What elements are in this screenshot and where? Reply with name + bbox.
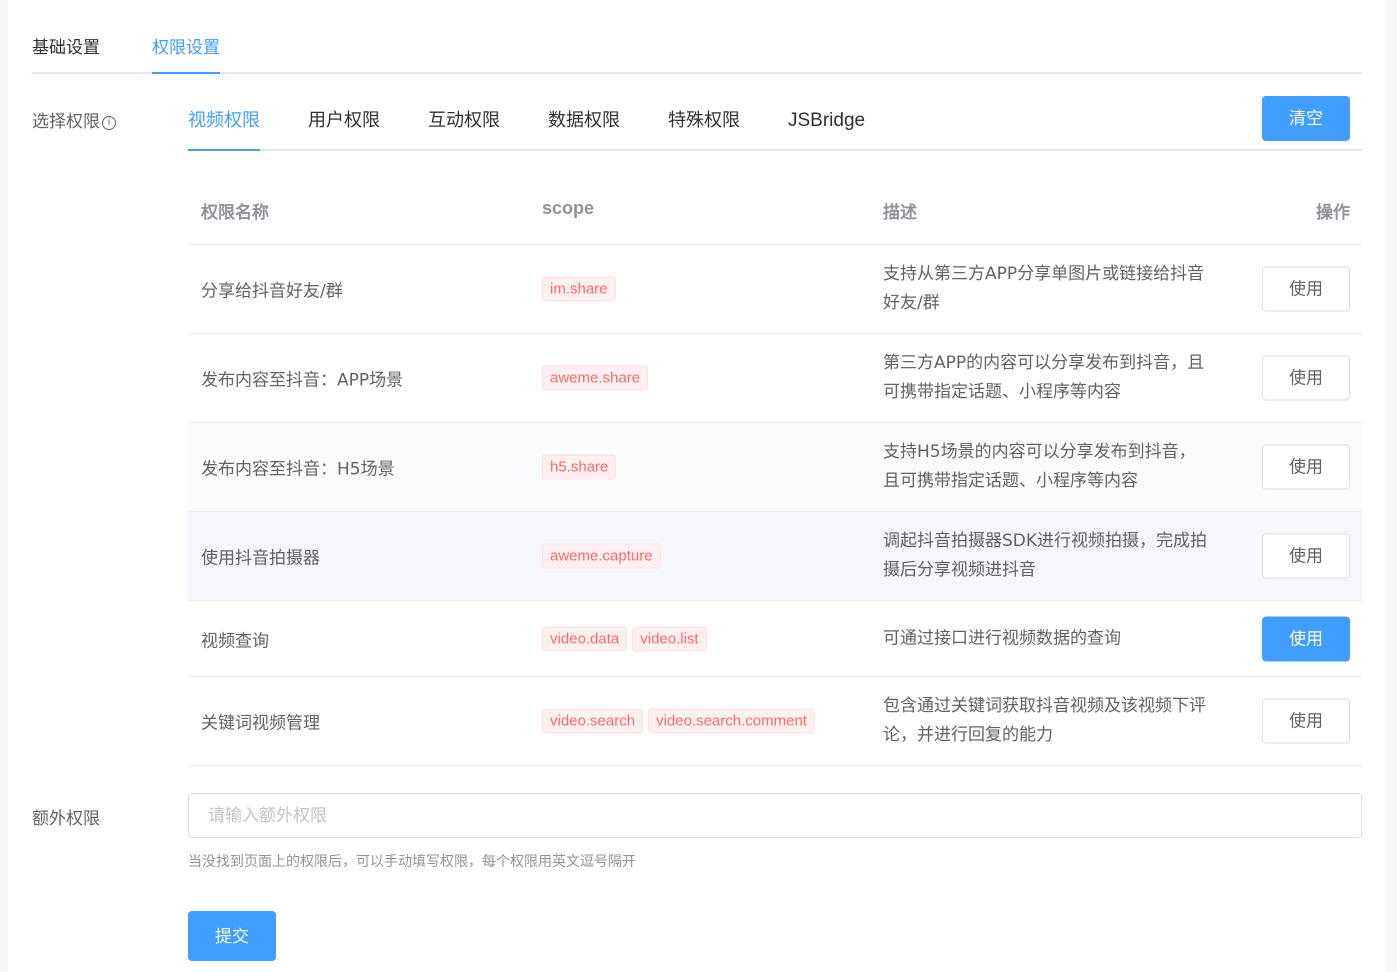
- table-header: 权限名称 scope 描述 操作: [188, 170, 1362, 245]
- table-row: 分享给抖音好友/群 im.share 支持从第三方APP分享单图片或链接给抖音好…: [188, 245, 1362, 334]
- clear-button[interactable]: 清空: [1262, 96, 1350, 141]
- tab-video-permission[interactable]: 视频权限: [188, 109, 260, 151]
- select-permission-label: 选择权限 i: [32, 107, 116, 132]
- select-permission-label-text: 选择权限: [32, 112, 100, 132]
- scope-cell: video.search video.search.comment: [542, 708, 820, 734]
- use-button[interactable]: 使用: [1262, 355, 1350, 401]
- header-description: 描述: [883, 203, 917, 223]
- table-row: 发布内容至抖音：H5场景 h5.share 支持H5场景的内容可以分享发布到抖音…: [188, 423, 1362, 512]
- header-action: 操作: [1316, 203, 1350, 223]
- scope-tag: aweme.share: [542, 365, 649, 391]
- permission-description: 可通过接口进行视频数据的查询: [883, 628, 1121, 648]
- scope-tag: video.search.comment: [648, 708, 815, 734]
- scope-cell: h5.share: [542, 454, 621, 480]
- use-button[interactable]: 使用: [1262, 533, 1350, 579]
- permission-category-tabs: 视频权限 用户权限 互动权限 数据权限 特殊权限 JSBridge: [188, 96, 1362, 151]
- scope-tag: h5.share: [542, 454, 617, 480]
- permission-name: 视频查询: [201, 631, 269, 651]
- table-row: 关键词视频管理 video.search video.search.comment…: [188, 677, 1362, 766]
- permission-description: 包含通过关键词获取抖音视频及该视频下评论，并进行回复的能力: [883, 696, 1206, 745]
- tab-interaction-permission[interactable]: 互动权限: [428, 109, 500, 149]
- table-row: 视频查询 video.data video.list 可通过接口进行视频数据的查询…: [188, 601, 1362, 677]
- scope-cell: video.data video.list: [542, 626, 712, 651]
- scope-tag: aweme.capture: [542, 543, 661, 569]
- permission-name: 使用抖音拍摄器: [201, 548, 320, 569]
- use-button-selected[interactable]: 使用: [1262, 616, 1350, 661]
- submit-button[interactable]: 提交: [188, 911, 276, 961]
- header-permission-name: 权限名称: [201, 203, 269, 223]
- extra-permission-input[interactable]: [188, 793, 1362, 838]
- scope-cell: aweme.share: [542, 365, 653, 391]
- tab-permission-settings[interactable]: 权限设置: [152, 36, 220, 74]
- scope-tag: im.share: [542, 276, 616, 302]
- table-row: 发布内容至抖音：APP场景 aweme.share 第三方APP的内容可以分享发…: [188, 334, 1362, 423]
- permission-name: 关键词视频管理: [201, 713, 320, 734]
- tab-jsbridge[interactable]: JSBridge: [788, 109, 865, 149]
- permission-name: 发布内容至抖音：APP场景: [201, 370, 404, 391]
- table-row: 使用抖音拍摄器 aweme.capture 调起抖音拍摄器SDK进行视频拍摄，完…: [188, 512, 1362, 601]
- scope-cell: aweme.capture: [542, 543, 666, 569]
- tab-special-permission[interactable]: 特殊权限: [668, 109, 740, 149]
- permission-settings-page: 基础设置 权限设置 选择权限 i 视频权限 用户权限 互动权限 数据权限 特殊权限…: [8, 0, 1385, 972]
- header-scope: scope: [542, 198, 595, 218]
- tab-user-permission[interactable]: 用户权限: [308, 109, 380, 149]
- tab-data-permission[interactable]: 数据权限: [548, 109, 620, 149]
- info-circle-icon[interactable]: i: [102, 116, 116, 130]
- scope-cell: im.share: [542, 276, 621, 302]
- permission-name: 分享给抖音好友/群: [201, 281, 343, 302]
- permission-description: 支持H5场景的内容可以分享发布到抖音，且可携带指定话题、小程序等内容: [883, 442, 1196, 491]
- scope-tag: video.search: [542, 708, 644, 734]
- permission-description: 第三方APP的内容可以分享发布到抖音，且可携带指定话题、小程序等内容: [883, 353, 1205, 402]
- permission-name: 发布内容至抖音：H5场景: [201, 459, 395, 480]
- use-button[interactable]: 使用: [1262, 266, 1350, 312]
- permission-description: 支持从第三方APP分享单图片或链接给抖音好友/群: [883, 264, 1205, 313]
- extra-permission-label: 额外权限: [32, 809, 100, 829]
- use-button[interactable]: 使用: [1262, 698, 1350, 744]
- extra-permission-hint: 当没找到页面上的权限后，可以手动填写权限，每个权限用英文逗号隔开: [188, 854, 636, 870]
- tab-basic-settings[interactable]: 基础设置: [32, 36, 100, 72]
- permission-table: 权限名称 scope 描述 操作 分享给抖音好友/群 im.share 支持从第…: [188, 170, 1362, 766]
- settings-tabs: 基础设置 权限设置: [32, 26, 1362, 74]
- scope-tag: video.list: [632, 626, 707, 651]
- scope-tag: video.data: [542, 626, 628, 651]
- permission-description: 调起抖音拍摄器SDK进行视频拍摄，完成拍摄后分享视频进抖音: [883, 531, 1208, 580]
- use-button[interactable]: 使用: [1262, 444, 1350, 490]
